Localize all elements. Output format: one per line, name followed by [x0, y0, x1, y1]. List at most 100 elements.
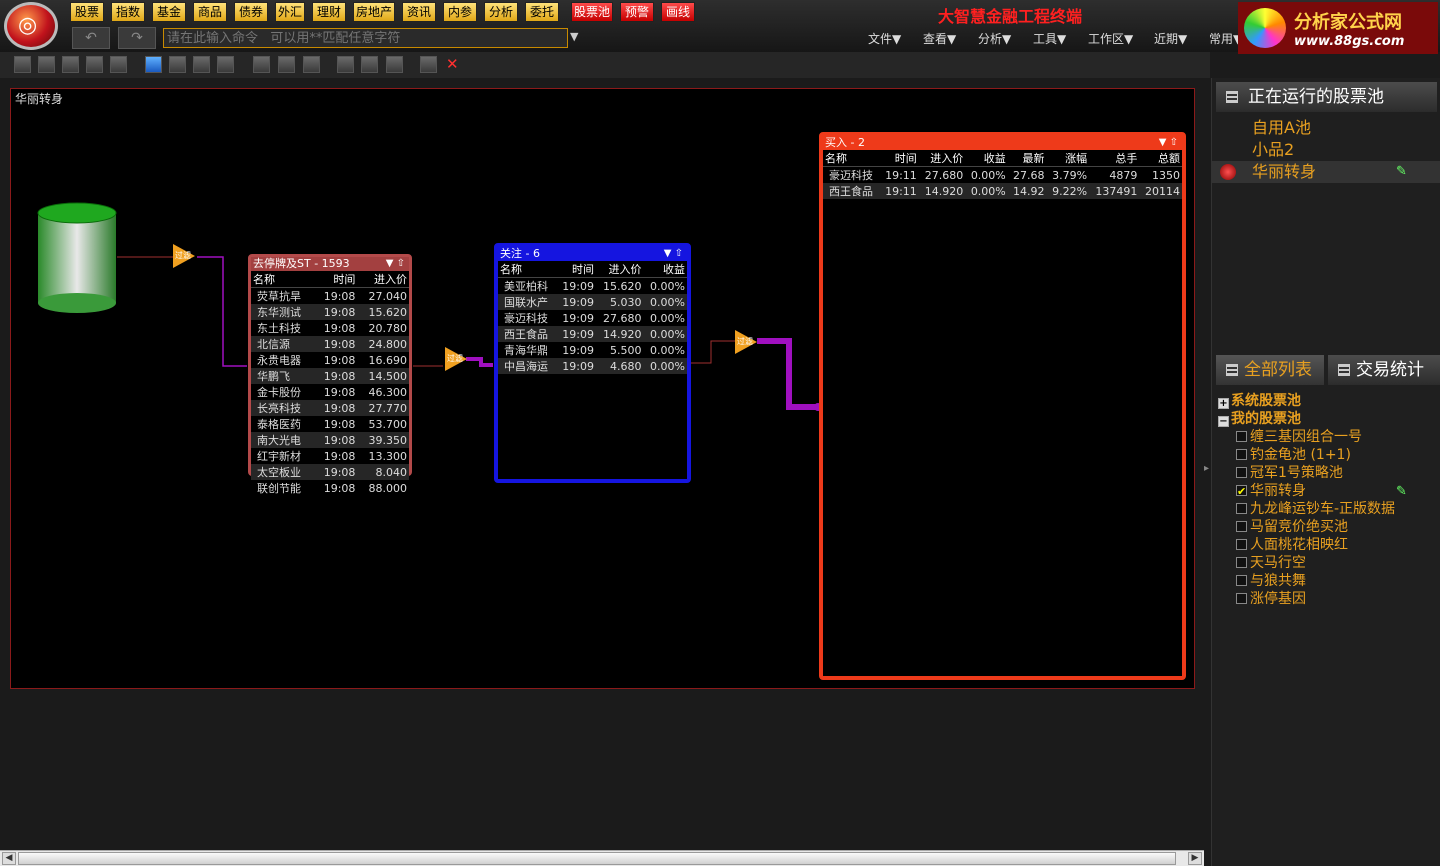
pool2-header[interactable]: 关注 - 6 ▼ ⇧ [498, 247, 687, 261]
menu-button-8[interactable]: 资讯 [402, 2, 436, 22]
checkbox[interactable] [1236, 521, 1247, 532]
pool1-header[interactable]: 去停牌及ST - 1593 ▼ ⇧ [251, 257, 409, 271]
table-row[interactable]: 华鹏飞 19:08 14.500 [251, 368, 409, 384]
column-header[interactable]: 时间 [314, 271, 358, 288]
collapse-icon[interactable]: − [1218, 416, 1229, 427]
menu-dropdown-4[interactable]: 工作区▼ [1088, 30, 1133, 47]
delete-icon[interactable]: ✕ [446, 55, 459, 73]
menu-button-5[interactable]: 外汇 [275, 2, 305, 22]
checkbox[interactable] [1236, 539, 1247, 550]
expand-icon[interactable]: + [1218, 398, 1229, 409]
menu-button-7[interactable]: 房地产 [353, 2, 395, 22]
checkbox[interactable] [1236, 575, 1247, 586]
menu-dropdown-2[interactable]: 分析▼ [978, 30, 1011, 47]
export-icon[interactable] [86, 56, 103, 73]
app-logo-icon[interactable]: ◎ [4, 2, 58, 50]
checkbox[interactable] [1236, 467, 1247, 478]
column-header[interactable]: 最新 [1007, 150, 1047, 167]
pool-canvas[interactable]: 华丽转身 过滤 过滤 过滤 去停牌及ST - 1593 ▼ ⇧ 名称 时间 进入价荧… [10, 88, 1195, 689]
checkbox[interactable] [1236, 431, 1247, 442]
tree-item[interactable]: 人面桃花相映红 [1236, 536, 1416, 554]
menu-button-3[interactable]: 商品 [193, 2, 227, 22]
table-row[interactable]: 长亮科技 19:08 27.770 [251, 400, 409, 416]
table-row[interactable]: 西王食品 19:11 14.920 0.00% 14.92 9.22% 137491 2011… [823, 183, 1182, 199]
menu-dropdown-1[interactable]: 查看▼ [923, 30, 956, 47]
menu-button-10[interactable]: 分析 [484, 2, 518, 22]
table-row[interactable]: 豪迈科技 19:11 27.680 0.00% 27.68 3.79% 4879 1350 [823, 167, 1182, 184]
layout-2-icon[interactable] [169, 56, 186, 73]
open-icon[interactable] [38, 56, 55, 73]
scroll-left-icon[interactable]: ◀ [2, 852, 16, 865]
column-header[interactable]: 总手 [1089, 150, 1140, 167]
checkbox[interactable] [1236, 449, 1247, 460]
column-header[interactable]: 名称 [251, 271, 315, 288]
tree-group-system[interactable]: + 系统股票池 [1218, 392, 1301, 410]
filter-node-1[interactable]: 过滤 [173, 244, 195, 268]
tree-group-mine[interactable]: − 我的股票池 [1218, 410, 1301, 428]
table-row[interactable]: 太空板业 19:08 8.040 [251, 464, 409, 480]
pool-node-1[interactable]: 去停牌及ST - 1593 ▼ ⇧ 名称 时间 进入价 荧草抗旱 19:08 27.040… [248, 254, 412, 495]
column-header[interactable]: 时间 [556, 261, 596, 278]
table-row[interactable]: 西王食品 19:09 14.920 0.00% [498, 326, 687, 342]
checkbox[interactable] [1236, 483, 1247, 500]
fit-icon[interactable] [420, 56, 437, 73]
play-icon[interactable] [253, 56, 270, 73]
tree-item[interactable]: 钓金龟池 (1+1) [1236, 446, 1416, 464]
pool-node-2[interactable]: 关注 - 6 ▼ ⇧ 名称 时间 进入价 收益 美亚柏科 19:09 15.620 0.00%… [494, 243, 691, 483]
menu-button-0[interactable]: 股票 [70, 2, 104, 22]
tree-item[interactable]: 天马行空 [1236, 554, 1416, 572]
checkbox[interactable] [1236, 593, 1247, 604]
pool3-menu-icon[interactable]: ▼ ⇧ [1159, 136, 1178, 150]
horizontal-scrollbar[interactable]: ◀ ▶ [0, 850, 1204, 866]
column-header[interactable]: 名称 [498, 261, 557, 278]
running-pool-item[interactable]: 小品2 [1212, 139, 1440, 161]
forward-button[interactable]: ↷ [118, 27, 156, 49]
table-row[interactable]: 东土科技 19:08 20.780 [251, 320, 409, 336]
find-icon[interactable] [361, 56, 378, 73]
filter-node-2[interactable]: 过滤 [445, 347, 467, 371]
edit-pencil-icon[interactable]: ✎ [1396, 161, 1407, 183]
checkbox[interactable] [1236, 503, 1247, 514]
table-row[interactable]: 东华测试 19:08 15.620 [251, 304, 409, 320]
copy-icon[interactable] [110, 56, 127, 73]
tree-item[interactable]: 冠军1号策略池 [1236, 464, 1416, 482]
filter-node-3[interactable]: 过滤 [735, 330, 757, 354]
column-header[interactable]: 涨幅 [1046, 150, 1090, 167]
column-header[interactable]: 总额 [1139, 150, 1182, 167]
command-dropdown-icon[interactable]: ▼ [570, 30, 578, 43]
list-icon[interactable] [386, 56, 403, 73]
menu-red-button-2[interactable]: 画线 [661, 2, 695, 22]
stop-icon[interactable] [303, 56, 320, 73]
pool1-menu-icon[interactable]: ▼ ⇧ [386, 257, 405, 271]
column-header[interactable]: 收益 [643, 261, 687, 278]
running-pool-item[interactable]: ✎ 华丽转身 [1212, 161, 1440, 183]
tree-item[interactable]: 九龙峰运钞车-正版数据 [1236, 500, 1416, 518]
tab-trade-stats[interactable]: 交易统计 [1328, 355, 1440, 385]
column-header[interactable]: 进入价 [357, 271, 409, 288]
tree-item[interactable]: 涨停基因 [1236, 590, 1416, 608]
layout-4-icon[interactable] [217, 56, 234, 73]
menu-dropdown-5[interactable]: 近期▼ [1154, 30, 1187, 47]
menu-button-9[interactable]: 内参 [443, 2, 477, 22]
scroll-right-icon[interactable]: ▶ [1188, 852, 1202, 865]
column-header[interactable]: 进入价 [595, 261, 644, 278]
layout-1-icon[interactable] [145, 56, 162, 73]
table-row[interactable]: 豪迈科技 19:09 27.680 0.00% [498, 310, 687, 326]
collapse-panel-icon[interactable]: ▸ [1204, 463, 1209, 474]
pool3-header[interactable]: 买入 - 2 ▼ ⇧ [823, 136, 1182, 150]
pool-node-3[interactable]: 买入 - 2 ▼ ⇧ 名称 时间 进入价 收益 最新 涨幅 总手 总额 豪迈科技 19:11 27.… [819, 132, 1186, 680]
tree-item[interactable]: 与狼共舞 [1236, 572, 1416, 590]
column-header[interactable]: 进入价 [918, 150, 966, 167]
scroll-thumb[interactable] [18, 852, 1176, 865]
menu-button-11[interactable]: 委托 [525, 2, 559, 22]
new-pool-icon[interactable] [14, 56, 31, 73]
table-row[interactable]: 金卡股份 19:08 46.300 [251, 384, 409, 400]
command-input[interactable] [163, 28, 568, 48]
menu-button-1[interactable]: 指数 [111, 2, 145, 22]
table-row[interactable]: 北信源 19:08 24.800 [251, 336, 409, 352]
menu-dropdown-3[interactable]: 工具▼ [1033, 30, 1066, 47]
menu-button-4[interactable]: 债券 [234, 2, 268, 22]
pool2-menu-icon[interactable]: ▼ ⇧ [664, 247, 683, 261]
column-header[interactable]: 收益 [965, 150, 1008, 167]
save-icon[interactable] [62, 56, 79, 73]
